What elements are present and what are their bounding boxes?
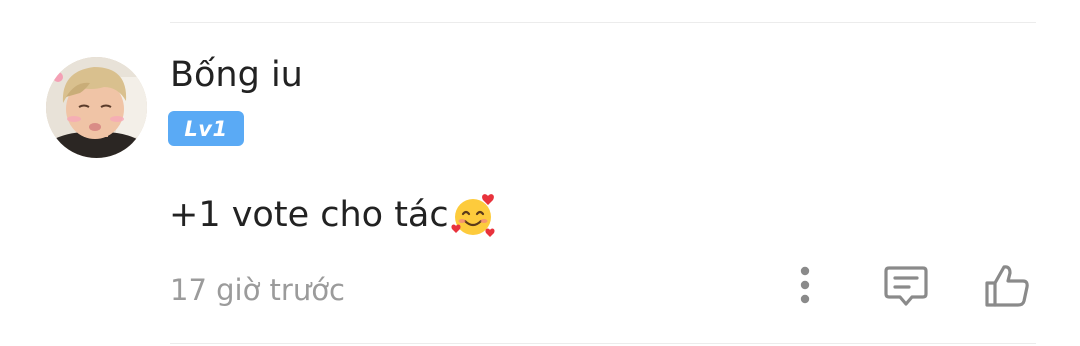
more-vertical-icon <box>799 265 811 309</box>
like-button[interactable] <box>980 263 1034 313</box>
reply-button[interactable] <box>880 263 932 313</box>
comment-body: +1 vote cho tác <box>169 192 496 238</box>
bottom-divider <box>170 343 1036 344</box>
username[interactable]: Bống iu <box>170 52 303 98</box>
top-divider <box>170 22 1036 23</box>
smiling-face-with-hearts-emoji-icon <box>450 192 496 238</box>
more-options-button[interactable] <box>784 262 826 312</box>
thumbs-up-icon <box>983 263 1031 313</box>
timestamp: 17 giờ trước <box>170 273 345 307</box>
avatar[interactable] <box>46 57 147 158</box>
comment-item: Bống iu Lv1 +1 vote cho tác 17 giờ trước <box>0 0 1080 346</box>
comment-text: +1 vote cho tác <box>169 195 449 235</box>
comment-icon <box>883 264 929 312</box>
level-badge: Lv1 <box>168 111 244 146</box>
